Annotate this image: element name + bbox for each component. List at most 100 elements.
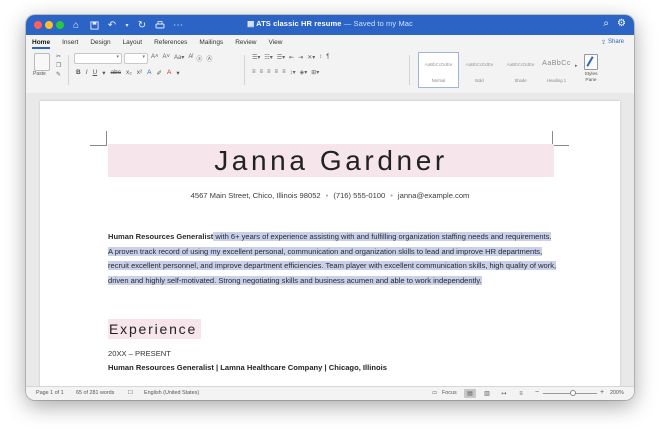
sort-icon[interactable]: ↕ — [319, 54, 322, 61]
separator-dot: • — [390, 191, 393, 200]
align-right-icon[interactable]: ≡ — [267, 69, 271, 76]
style-sample: AaBbCcDdEe — [424, 62, 453, 67]
align-left-icon[interactable]: ≡ — [252, 69, 256, 76]
style-normal[interactable]: AaBbCcDdEe Normal — [418, 52, 459, 88]
document-title: ATS classic HR resume — [256, 19, 342, 28]
justify-icon[interactable]: ≡ — [275, 69, 279, 76]
web-layout-view-icon[interactable]: ▥ — [481, 389, 493, 398]
tab-mailings[interactable]: Mailings — [199, 39, 223, 46]
borders-icon[interactable]: ⊞▾ — [311, 69, 319, 76]
title-bar: ⌂ ↶ ▾ ↻ ⋯ ▤ ATS classic HR resume — Save… — [26, 15, 634, 35]
divider — [244, 55, 245, 85]
section-heading-experience[interactable]: Experience — [108, 319, 202, 339]
document-icon: ▤ — [247, 19, 257, 28]
focus-mode-button[interactable]: Focus — [442, 390, 457, 396]
styles-gallery-expand-icon[interactable]: ▸ — [575, 63, 578, 69]
distributed-icon[interactable]: ≡ — [282, 69, 286, 76]
word-window: ⌂ ↶ ▾ ↻ ⋯ ▤ ATS classic HR resume — Save… — [26, 15, 634, 400]
title-bar-right: ⌕ ⚙ — [603, 18, 626, 29]
copy-icon[interactable]: ❐ — [56, 62, 61, 69]
contact-email: janna@example.com — [397, 191, 470, 200]
style-name: Shade — [514, 78, 527, 83]
resume-name[interactable]: Janna Gardner — [108, 144, 554, 177]
text-effects-icon[interactable]: A — [147, 69, 151, 77]
format-painter-icon[interactable]: ✎ — [56, 71, 61, 78]
style-shade[interactable]: AaBbCcDdEe Shade — [500, 52, 541, 88]
zoom-out-button[interactable]: − — [535, 389, 539, 396]
italic-icon[interactable]: I — [86, 69, 88, 77]
document-canvas[interactable]: Janna Gardner 4567 Main Street, Chico, I… — [26, 93, 634, 387]
show-formatting-icon[interactable]: ¶ — [326, 54, 329, 61]
share-icon: ⇪ — [600, 39, 606, 46]
strikethrough-icon[interactable]: abc — [110, 69, 120, 77]
grow-font-icon[interactable]: A˄ — [151, 54, 159, 63]
divider — [68, 55, 69, 85]
underline-dropdown-icon[interactable]: ▾ — [102, 69, 105, 77]
window-title: ▤ ATS classic HR resume — Saved to my Ma… — [26, 19, 634, 28]
style-bold[interactable]: AaBbCcDdEe Bold — [459, 52, 500, 88]
paragraph-tools-top: ☰▾ ☷▾ ☰▾ ⇤ ⇥ ✕▾ ↕ ¶ — [252, 54, 330, 61]
zoom-level[interactable]: 200% — [610, 390, 624, 396]
styles-pane-button[interactable]: Styles Pane — [581, 54, 601, 83]
tab-insert[interactable]: Insert — [62, 39, 78, 46]
shrink-font-icon[interactable]: A˅ — [163, 54, 171, 63]
align-center-icon[interactable]: ≡ — [260, 69, 264, 76]
proofing-icon[interactable]: ☐ — [128, 390, 133, 396]
bullets-icon[interactable]: ☰▾ — [252, 54, 260, 61]
contact-phone: (716) 555-0100 — [333, 191, 386, 200]
language[interactable]: English (United States) — [144, 390, 199, 396]
clear-formatting-icon[interactable]: A̸ — [188, 54, 192, 63]
increase-indent-icon[interactable]: ⇥ — [298, 54, 303, 61]
tab-design[interactable]: Design — [90, 39, 110, 46]
tab-layout[interactable]: Layout — [123, 39, 143, 46]
job-title[interactable]: Human Resources Generalist | Lamna Healt… — [108, 363, 387, 372]
account-icon[interactable]: ⚙ — [617, 18, 626, 29]
contact-line[interactable]: 4567 Main Street, Chico, Illinois 98052 •… — [40, 191, 620, 200]
font-size-dropdown[interactable]: ▾ — [124, 53, 148, 64]
word-count[interactable]: 65 of 281 words — [76, 390, 114, 396]
bold-icon[interactable]: B — [76, 69, 81, 77]
summary-role: Human Resources Generalist — [108, 232, 214, 241]
paragraph-tools-bottom: ≡ ≡ ≡ ≡ ≡ ↕▾ ◈▾ ⊞▾ — [252, 69, 319, 76]
crop-mark-left — [90, 131, 107, 146]
style-sample: AaBbCc — [542, 60, 571, 67]
page-count[interactable]: Page 1 of 1 — [36, 390, 64, 396]
contact-address: 4567 Main Street, Chico, Illinois 98052 — [190, 191, 321, 200]
underline-icon[interactable]: U — [93, 69, 98, 77]
tab-references[interactable]: References — [154, 39, 187, 46]
numbering-icon[interactable]: ☷▾ — [264, 54, 272, 61]
subscript-icon[interactable]: x₂ — [126, 69, 132, 77]
focus-icon[interactable]: ▭ — [432, 390, 437, 396]
tab-review[interactable]: Review — [235, 39, 256, 46]
highlight-icon[interactable]: ✐ — [157, 69, 162, 77]
tab-home[interactable]: Home — [32, 39, 51, 49]
phonetic-guide-icon[interactable]: ⓐ — [196, 54, 202, 63]
multilevel-list-icon[interactable]: ☰▾ — [277, 54, 285, 61]
share-button[interactable]: ⇪ Share — [597, 37, 628, 47]
shading-icon[interactable]: ◈▾ — [300, 69, 308, 76]
search-icon[interactable]: ⌕ — [603, 18, 609, 29]
tab-view[interactable]: View — [269, 39, 283, 46]
page[interactable]: Janna Gardner 4567 Main Street, Chico, I… — [40, 101, 620, 387]
enclose-characters-icon[interactable]: Ⓐ — [206, 54, 212, 63]
job-dates[interactable]: 20XX – PRESENT — [108, 349, 171, 358]
summary-paragraph[interactable]: Human Resources Generalist with 6+ years… — [108, 230, 558, 288]
zoom-slider-knob[interactable] — [570, 390, 576, 396]
font-color-icon[interactable]: A — [167, 69, 171, 77]
superscript-icon[interactable]: x² — [137, 69, 142, 77]
read-mode-icon[interactable]: ↦ — [498, 389, 510, 398]
font-color-dropdown-icon[interactable]: ▾ — [176, 69, 179, 77]
cut-icon[interactable]: ✂ — [56, 53, 61, 60]
change-case-icon[interactable]: Aa▾ — [174, 54, 184, 63]
style-heading-1[interactable]: AaBbCc Heading 1 — [536, 52, 577, 88]
asian-layout-icon[interactable]: ✕▾ — [307, 54, 315, 61]
font-size-tools: A˄ A˅ Aa▾ A̸ ⓐ Ⓐ — [151, 54, 212, 63]
decrease-indent-icon[interactable]: ⇤ — [289, 54, 294, 61]
outline-view-icon[interactable]: ≡ — [515, 389, 527, 398]
zoom-in-button[interactable]: + — [600, 389, 604, 396]
font-name-dropdown[interactable]: ▾ — [74, 53, 122, 64]
line-spacing-icon[interactable]: ↕▾ — [290, 69, 296, 76]
paste-icon[interactable] — [34, 53, 50, 71]
print-layout-view-icon[interactable]: ▤ — [464, 389, 476, 398]
crop-mark-right — [552, 131, 569, 146]
